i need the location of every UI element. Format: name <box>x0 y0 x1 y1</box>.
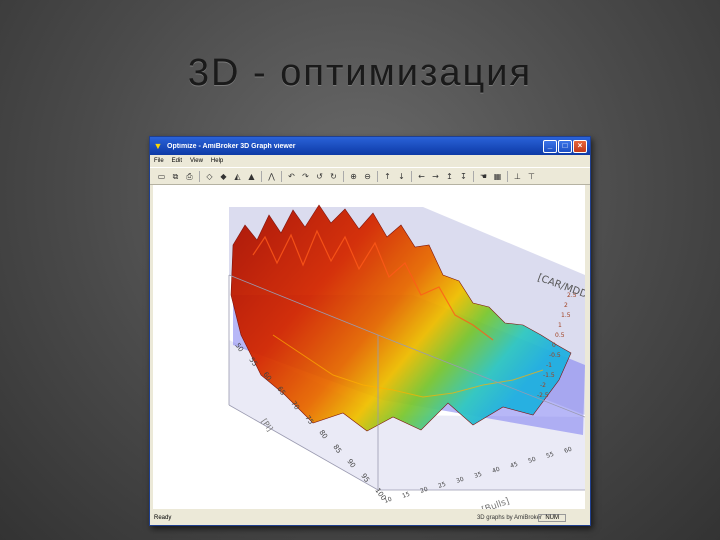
menu-help[interactable]: Help <box>211 158 223 164</box>
menubar: File Edit View Help <box>150 155 590 167</box>
tick-label: -2 <box>540 382 546 389</box>
axis-icon[interactable]: ⋀ <box>266 171 277 182</box>
tick-label: -0.5 <box>549 352 561 359</box>
statusbar: Ready NUM <box>150 513 590 525</box>
num-lock-indicator: NUM <box>538 514 566 522</box>
toolbar-separator <box>343 170 344 182</box>
surface-icon[interactable]: ◆ <box>218 171 229 182</box>
tick-label: 10 <box>383 496 393 505</box>
toolbar-separator <box>281 170 282 182</box>
tick-label: 1 <box>558 322 562 329</box>
move-up-icon[interactable]: ↑ <box>382 171 393 182</box>
level-up-icon[interactable]: ⊥ <box>512 171 523 182</box>
tick-label: 2 <box>564 302 568 309</box>
toolbar-separator <box>377 170 378 182</box>
light-icon[interactable]: ◭ <box>232 171 243 182</box>
shade-icon[interactable]: ▲ <box>246 171 257 182</box>
toolbar-separator <box>411 170 412 182</box>
menu-view[interactable]: View <box>190 158 203 164</box>
tick-label: 15 <box>401 491 411 500</box>
3d-surface-graph: 50556065707580859095100 1015202530354045… <box>228 204 585 509</box>
status-text: Ready <box>154 515 172 521</box>
3d-graph-canvas[interactable]: 50 55 60 65 70 75 80 85 90 95 100 10 15 20 25 30 35 40 45… <box>153 185 585 509</box>
toolbar-separator <box>507 170 508 182</box>
zoom-out-icon[interactable]: ⊖ <box>362 171 373 182</box>
minimize-button[interactable]: _ <box>543 139 557 153</box>
toolbar-separator <box>473 170 474 182</box>
window-titlebar[interactable]: ▼ Optimize - AmiBroker 3D Graph viewer _… <box>150 137 590 155</box>
zoom-in-icon[interactable]: ⊕ <box>348 171 359 182</box>
rotate-right-icon[interactable]: ↷ <box>300 171 311 182</box>
toolbar-separator <box>199 170 200 182</box>
hand-icon[interactable]: ☚ <box>478 171 489 182</box>
tick-label: -2.5 <box>537 392 549 399</box>
menu-file[interactable]: File <box>154 158 164 164</box>
graph-viewer-window: ▼ Optimize - AmiBroker 3D Graph viewer _… <box>149 136 591 526</box>
maximize-button[interactable]: □ <box>558 139 572 153</box>
menu-edit[interactable]: Edit <box>172 158 182 164</box>
window-title: Optimize - AmiBroker 3D Graph viewer <box>167 142 296 150</box>
tick-label: 1.5 <box>561 312 571 319</box>
print-icon[interactable]: ⎙ <box>184 171 195 182</box>
wireframe-icon[interactable]: ◇ <box>204 171 215 182</box>
copy-icon[interactable]: ⧉ <box>170 171 181 182</box>
x-axis-label: [Bulls] <box>481 497 511 509</box>
toolbar: ▭ ⧉ ⎙ ◇ ◆ ◭ ▲ ⋀ ↶ ↷ ↺ ↻ ⊕ ⊖ ↑ ↓ ← → ↥ ↧ … <box>150 167 590 185</box>
slide-title: 3D - оптимизация <box>187 52 533 94</box>
pan-up-icon[interactable]: ↥ <box>444 171 455 182</box>
level-down-icon[interactable]: ⊤ <box>526 171 537 182</box>
grid-icon[interactable]: ▦ <box>492 171 503 182</box>
pan-right-icon[interactable]: → <box>430 171 441 182</box>
tick-label: -1.5 <box>543 372 555 379</box>
tick-label: 0 <box>552 342 556 349</box>
open-icon[interactable]: ▭ <box>156 171 167 182</box>
toolbar-separator <box>261 170 262 182</box>
pan-left-icon[interactable]: ← <box>416 171 427 182</box>
tick-label: 0.5 <box>555 332 565 339</box>
amibroker-app-icon: ▼ <box>153 141 163 151</box>
rotate-up-icon[interactable]: ↺ <box>314 171 325 182</box>
rotate-left-icon[interactable]: ↶ <box>286 171 297 182</box>
rotate-down-icon[interactable]: ↻ <box>328 171 339 182</box>
tick-label: -1 <box>546 362 552 369</box>
pan-down-icon[interactable]: ↧ <box>458 171 469 182</box>
close-button[interactable]: × <box>573 139 587 153</box>
move-down-icon[interactable]: ↓ <box>396 171 407 182</box>
